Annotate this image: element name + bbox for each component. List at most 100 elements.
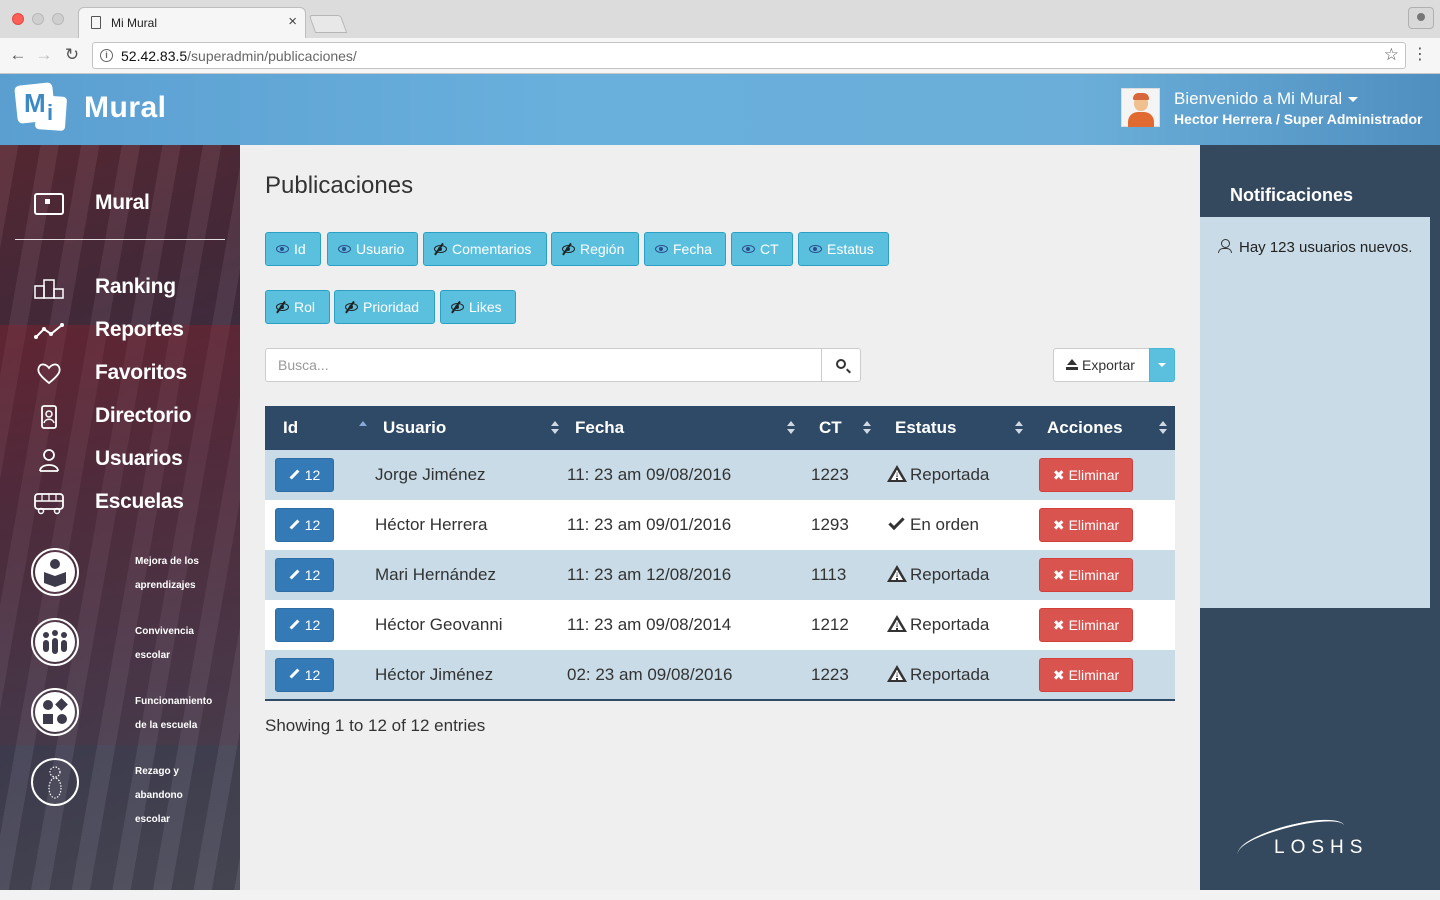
column-header-fecha[interactable]: Fecha <box>567 406 803 450</box>
edit-id-label: 12 <box>304 567 321 583</box>
toggle-label: Región <box>580 241 625 257</box>
edit-button[interactable]: 12 <box>275 608 334 642</box>
status-text: Reportada <box>910 565 990 584</box>
delete-button[interactable]: ✖ Eliminar <box>1039 558 1133 592</box>
delete-button[interactable]: ✖ Eliminar <box>1039 657 1133 692</box>
tab-close-icon[interactable]: × <box>288 13 297 30</box>
notifications-list: Hay 123 usuarios nuevos. <box>1200 217 1430 608</box>
edit-button[interactable]: 12 <box>275 558 334 592</box>
mi-mural-logo[interactable]: M i Mural <box>14 82 176 138</box>
status-text: En orden <box>910 515 979 534</box>
bookmark-star-icon[interactable]: ☆ <box>1384 45 1399 65</box>
window-maximize-button[interactable] <box>52 13 64 25</box>
sidebar-item-label: Directorio <box>95 404 192 427</box>
toggle-column-fecha[interactable]: Fecha <box>644 232 726 266</box>
browser-menu-icon[interactable]: ⋮ <box>1412 44 1428 64</box>
eye-slash-icon <box>345 303 358 312</box>
book-reader-icon[interactable] <box>31 548 79 596</box>
edit-button[interactable]: 12 <box>275 458 334 492</box>
cell-estatus: Reportada <box>879 600 1031 650</box>
eye-icon <box>276 245 289 254</box>
category-line: de la escuela <box>135 720 198 731</box>
cell-id: 12 <box>265 650 375 700</box>
sidebar-item-label: Usuarios <box>95 447 183 470</box>
toggle-label: Id <box>294 241 306 257</box>
search-input[interactable] <box>265 348 822 382</box>
edit-button[interactable]: 12 <box>275 657 334 692</box>
sidebar-item-escuelas[interactable]: Escuelas <box>0 486 240 520</box>
sidebar-item-reportes[interactable]: Reportes <box>0 314 240 348</box>
back-arrow-icon[interactable]: ← <box>8 44 28 66</box>
sidebar-item-mural[interactable]: Mural <box>0 187 240 221</box>
edit-id-label: 12 <box>304 517 321 533</box>
notifications-panel: Notificaciones Hay 123 usuarios nuevos. … <box>1200 145 1440 890</box>
column-header-estatus[interactable]: Estatus <box>879 406 1031 450</box>
toggle-column-usuario[interactable]: Usuario <box>327 232 418 266</box>
cell-usuario: Héctor Jiménez <box>375 664 494 684</box>
category-line: Convivencia <box>135 626 194 637</box>
browser-tab[interactable]: Mi Mural × <box>78 7 306 38</box>
forward-arrow-icon[interactable]: → <box>34 44 54 66</box>
group-people-icon[interactable] <box>31 618 79 666</box>
user-avatar[interactable] <box>1121 88 1160 127</box>
category-funcionamiento-label[interactable]: Funcionamiento de la escuela <box>135 690 235 738</box>
user-role-text: Hector Herrera / Super Administrador <box>1174 111 1423 127</box>
shapes-icon[interactable] <box>31 688 79 736</box>
category-mejora-label[interactable]: Mejora de los aprendizajes <box>135 550 235 598</box>
new-tab-button[interactable] <box>308 15 348 33</box>
cell-id: 12 <box>265 500 375 550</box>
pencil-icon <box>289 668 300 679</box>
browser-profile-icon[interactable] <box>1408 7 1434 29</box>
column-header-usuario[interactable]: Usuario <box>375 406 567 450</box>
reload-icon[interactable]: ↻ <box>62 44 82 66</box>
notification-text: Hay 123 usuarios nuevos. <box>1239 239 1413 256</box>
site-info-icon[interactable]: i <box>100 49 113 62</box>
sidebar-item-usuarios[interactable]: Usuarios <box>0 443 240 477</box>
mural-icon <box>34 193 64 215</box>
user-menu-toggle[interactable]: Bienvenido a Mi Mural <box>1174 89 1359 109</box>
toggle-column-comentarios[interactable]: Comentarios <box>423 232 547 266</box>
warning-icon <box>887 565 907 583</box>
column-header-acciones[interactable]: Acciones <box>1031 406 1175 450</box>
window-minimize-button[interactable] <box>32 13 44 25</box>
eye-slash-icon <box>434 245 447 254</box>
toggle-column-id[interactable]: Id <box>265 232 321 266</box>
edit-button[interactable]: 12 <box>275 508 334 542</box>
category-convivencia-label[interactable]: Convivencia escolar <box>135 620 235 668</box>
cell-estatus: Reportada <box>879 650 1031 700</box>
notification-item[interactable]: Hay 123 usuarios nuevos. <box>1218 239 1412 256</box>
user-icon <box>1218 239 1232 254</box>
delete-button[interactable]: ✖ Eliminar <box>1039 508 1133 542</box>
window-close-button[interactable] <box>12 13 24 25</box>
toggle-column-region[interactable]: Región <box>551 232 639 266</box>
toggle-column-prioridad[interactable]: Prioridad <box>334 290 435 324</box>
directory-contact-icon <box>41 405 57 429</box>
book-reader-glyph <box>35 552 75 592</box>
sidebar-item-directorio[interactable]: Directorio <box>0 400 240 434</box>
export-dropdown-toggle[interactable] <box>1149 348 1175 382</box>
column-header-ct[interactable]: CT <box>803 406 879 450</box>
category-rezago-label[interactable]: Rezago y abandono escolar <box>135 760 235 832</box>
dotted-figure-icon[interactable] <box>31 758 79 806</box>
toggle-column-likes[interactable]: Likes <box>440 290 516 324</box>
address-bar[interactable]: i 52.42.83.5/superadmin/publicaciones/ ☆ <box>92 42 1406 69</box>
avatar-hair <box>1133 93 1149 100</box>
cell-fecha: 11: 23 am 09/01/2016 <box>567 515 732 534</box>
column-header-label: CT <box>819 418 842 437</box>
category-line: aprendizajes <box>135 580 196 591</box>
toggle-column-estatus[interactable]: Estatus <box>798 232 889 266</box>
toggle-column-rol[interactable]: Rol <box>265 290 330 324</box>
warning-icon <box>887 664 907 682</box>
delete-button[interactable]: ✖ Eliminar <box>1039 608 1133 642</box>
sidebar-item-favoritos[interactable]: Favoritos <box>0 357 240 391</box>
app-header: M i Mural Bienvenido a Mi Mural Hector H… <box>0 74 1440 145</box>
delete-label: Eliminar <box>1068 467 1120 483</box>
group-people-glyph <box>35 622 75 662</box>
column-header-id[interactable]: Id <box>265 406 375 450</box>
main-content: Publicaciones Id Usuario Comentarios Reg… <box>240 145 1200 890</box>
export-button[interactable]: Exportar <box>1053 348 1150 382</box>
search-button[interactable] <box>821 348 861 382</box>
sidebar-item-ranking[interactable]: Ranking <box>0 271 240 305</box>
delete-button[interactable]: ✖ Eliminar <box>1039 458 1133 492</box>
toggle-column-ct[interactable]: CT <box>731 232 793 266</box>
